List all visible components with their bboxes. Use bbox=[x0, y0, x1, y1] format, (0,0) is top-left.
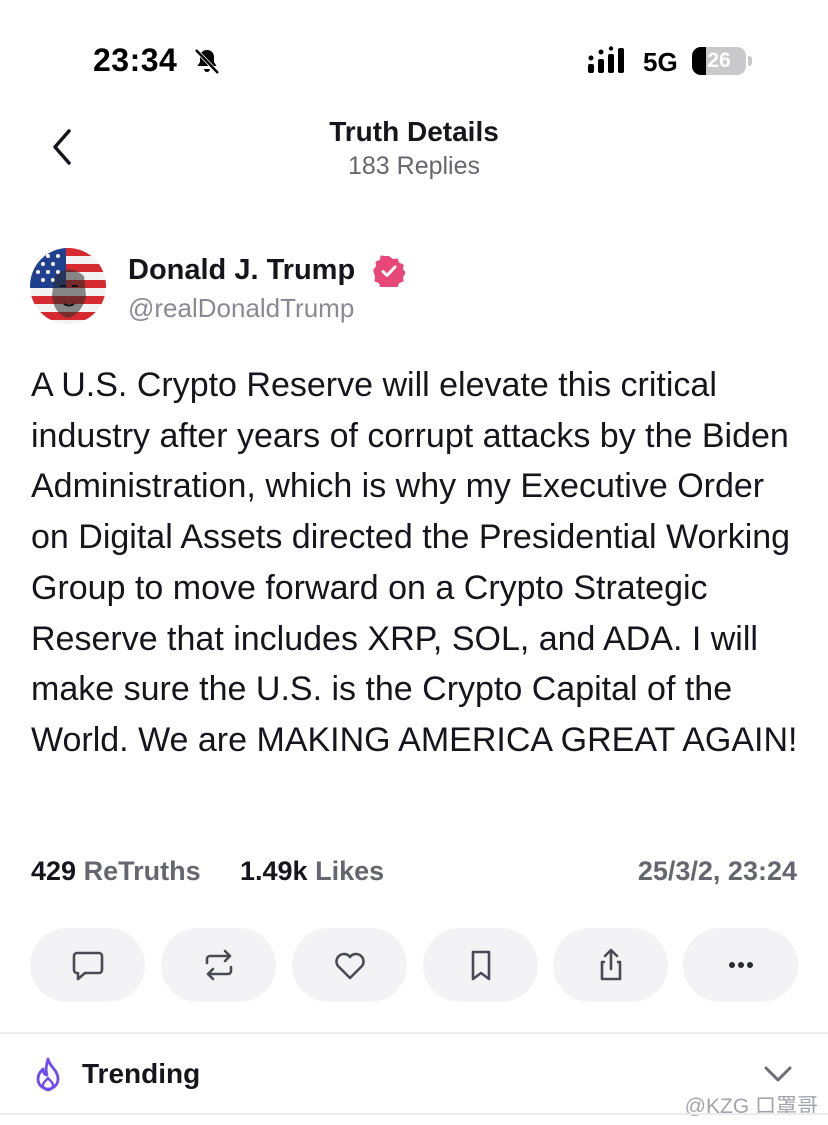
status-time: 23:34 bbox=[93, 42, 178, 78]
reply-button[interactable] bbox=[30, 928, 145, 1002]
repost-icon bbox=[205, 949, 232, 981]
bottom-divider bbox=[0, 1113, 828, 1115]
likes-label: Likes bbox=[315, 856, 385, 886]
retruth-button[interactable] bbox=[161, 928, 276, 1002]
retruths-stat[interactable]: 429 ReTruths bbox=[31, 856, 201, 887]
network-type: 5G bbox=[643, 47, 678, 77]
author-handle[interactable]: @realDonaldTrump bbox=[128, 293, 354, 324]
post-text: A U.S. Crypto Reserve will elevate this … bbox=[31, 366, 798, 759]
signal-icon bbox=[588, 46, 624, 73]
battery-icon: 26 bbox=[692, 46, 752, 76]
like-button[interactable] bbox=[292, 928, 407, 1002]
comment-icon bbox=[72, 951, 103, 981]
status-bar: 23:34 5G 26 bbox=[0, 0, 828, 110]
action-bar bbox=[30, 928, 798, 1002]
flame-icon bbox=[36, 1057, 60, 1092]
avatar-image bbox=[30, 248, 106, 324]
retruths-label: ReTruths bbox=[83, 856, 201, 886]
author-name[interactable]: Donald J. Trump bbox=[128, 254, 355, 287]
verified-badge-icon bbox=[373, 255, 405, 287]
bookmark-button[interactable] bbox=[423, 928, 538, 1002]
trending-label: Trending bbox=[82, 1058, 201, 1089]
replies-count: 183 Replies bbox=[347, 152, 481, 180]
more-button[interactable] bbox=[683, 928, 798, 1002]
watermark: @KZG 口罩哥 bbox=[684, 1095, 818, 1118]
bell-muted-icon bbox=[194, 48, 220, 75]
post-date: 25/3/2, 23:24 bbox=[637, 856, 797, 886]
battery-level: 26 bbox=[707, 49, 731, 72]
likes-stat[interactable]: 1.49k Likes bbox=[240, 856, 384, 887]
share-button[interactable] bbox=[553, 928, 668, 1002]
heart-icon bbox=[334, 952, 365, 980]
share-icon bbox=[600, 948, 621, 981]
bookmark-icon bbox=[471, 950, 490, 981]
avatar[interactable] bbox=[30, 248, 106, 324]
likes-count: 1.49k bbox=[240, 856, 308, 886]
ellipsis-icon bbox=[728, 962, 753, 968]
retruths-count: 429 bbox=[31, 856, 77, 886]
chevron-down-icon[interactable] bbox=[762, 1062, 794, 1086]
post-stats: 429 ReTruths 1.49k Likes 25/3/2, 23:24 bbox=[31, 856, 797, 892]
page-title: Truth Details bbox=[329, 116, 499, 147]
